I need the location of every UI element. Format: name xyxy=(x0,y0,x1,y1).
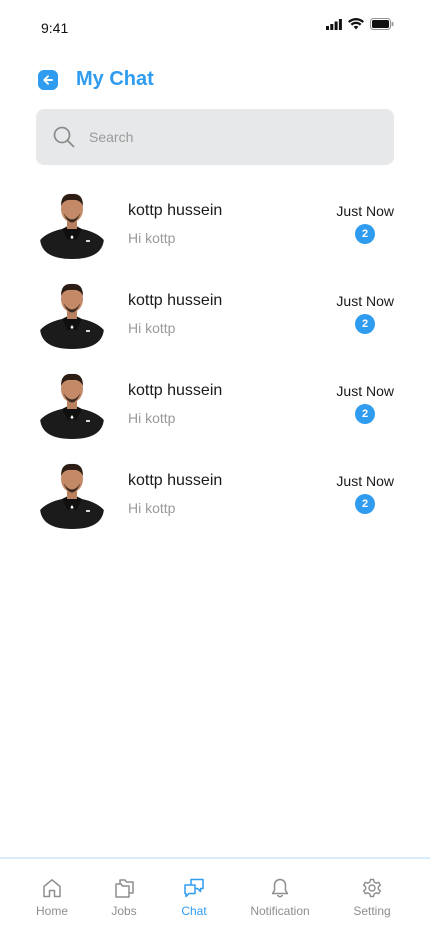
unread-badge: 2 xyxy=(355,404,375,424)
unread-badge: 2 xyxy=(355,494,375,514)
nav-label: Notification xyxy=(250,904,310,918)
gear-icon xyxy=(363,878,381,898)
nav-item-notification[interactable]: Notification xyxy=(247,859,313,932)
chat-icon xyxy=(184,878,204,898)
avatar xyxy=(40,369,104,439)
chat-name: kottp hussein xyxy=(128,382,223,399)
battery-icon xyxy=(370,18,394,30)
page-title: My Chat xyxy=(76,68,154,90)
nav-label: Chat xyxy=(181,904,207,918)
chat-item[interactable]: kottp hussein Hi kottp Just Now 2 xyxy=(0,184,430,274)
bell-icon xyxy=(271,878,289,898)
avatar xyxy=(40,189,104,259)
chat-item[interactable]: kottp hussein Hi kottp Just Now 2 xyxy=(0,274,430,364)
chat-list: kottp hussein Hi kottp Just Now 2 kottp … xyxy=(0,184,430,544)
signal-icon xyxy=(326,18,342,30)
nav-label: Setting xyxy=(353,904,391,918)
chat-preview: Hi kottp xyxy=(128,410,176,426)
page-header: My Chat xyxy=(38,68,154,91)
status-time: 9:41 xyxy=(41,20,69,36)
nav-label: Jobs xyxy=(111,904,137,918)
chat-item[interactable]: kottp hussein Hi kottp Just Now 2 xyxy=(0,454,430,544)
search-input[interactable] xyxy=(89,129,369,145)
bottom-nav: Home Jobs Chat Notification Setting xyxy=(0,857,430,932)
search-icon xyxy=(53,126,75,148)
unread-badge: 2 xyxy=(355,314,375,334)
unread-badge: 2 xyxy=(355,224,375,244)
avatar xyxy=(40,279,104,349)
nav-item-home[interactable]: Home xyxy=(33,859,71,932)
chat-name: kottp hussein xyxy=(128,472,223,489)
chat-preview: Hi kottp xyxy=(128,500,176,516)
home-icon xyxy=(43,879,61,898)
chat-name: kottp hussein xyxy=(128,292,223,309)
status-icons xyxy=(326,18,394,30)
chat-preview: Hi kottp xyxy=(128,320,176,336)
arrow-left-icon xyxy=(43,74,53,85)
chat-item[interactable]: kottp hussein Hi kottp Just Now 2 xyxy=(0,364,430,454)
nav-item-setting[interactable]: Setting xyxy=(351,859,393,932)
wifi-icon xyxy=(348,18,364,30)
nav-label: Home xyxy=(35,904,68,918)
chat-preview: Hi kottp xyxy=(128,230,176,246)
chat-time: Just Now xyxy=(336,203,394,219)
status-bar: 9:41 xyxy=(0,0,430,56)
folders-icon xyxy=(115,879,134,898)
back-button[interactable] xyxy=(38,69,58,90)
avatar xyxy=(40,459,104,529)
chat-time: Just Now xyxy=(336,473,394,489)
chat-time: Just Now xyxy=(336,383,394,399)
nav-item-chat[interactable]: Chat xyxy=(176,859,212,932)
chat-time: Just Now xyxy=(336,293,394,309)
chat-name: kottp hussein xyxy=(128,202,223,219)
nav-item-jobs[interactable]: Jobs xyxy=(106,859,142,932)
search-bar[interactable] xyxy=(36,109,394,165)
